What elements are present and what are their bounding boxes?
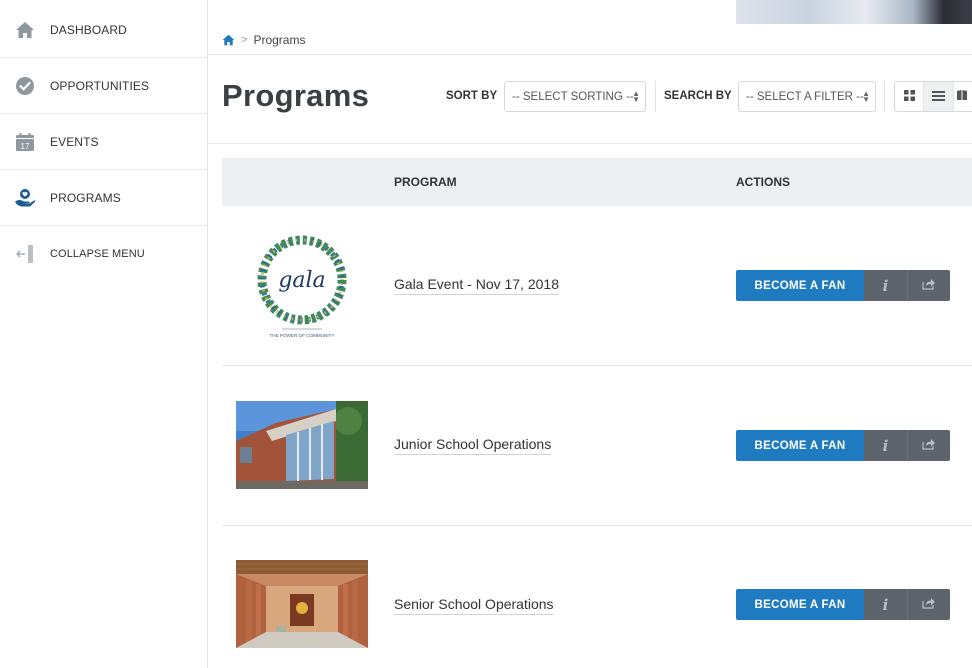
sidebar-item-events[interactable]: 17 EVENTS <box>0 114 208 170</box>
share-icon <box>922 596 936 614</box>
senior-school-photo <box>236 560 368 648</box>
sidebar-item-collapse-menu[interactable]: COLLAPSE MENU <box>0 226 208 282</box>
table-header: PROGRAM ACTIONS <box>222 158 972 206</box>
breadcrumb-current: Programs <box>253 33 306 47</box>
filter-select-value: -- SELECT A FILTER -- <box>746 90 864 103</box>
share-icon <box>922 437 936 455</box>
calendar-icon: 17 <box>0 132 50 152</box>
sidebar-item-label: OPPORTUNITIES <box>50 78 150 93</box>
check-circle-icon <box>0 76 50 96</box>
search-by-label: SEARCH BY <box>664 90 732 102</box>
info-icon: i <box>882 595 889 614</box>
home-icon[interactable] <box>222 34 235 46</box>
programs-table: PROGRAM ACTIONS <box>222 158 972 206</box>
become-a-fan-button[interactable]: BECOME A FAN <box>736 270 864 301</box>
actions-column-header: ACTIONS <box>736 175 790 189</box>
filter-select[interactable]: -- SELECT A FILTER -- ▲ ▼ <box>738 81 876 112</box>
table-row: Junior School Operations BECOME A FAN i <box>222 366 972 526</box>
toolbar-divider <box>208 143 972 144</box>
table-row: Senior School Operations BECOME A FAN i <box>222 526 972 668</box>
table-row: gala THE POWER OF COMMUNITY Gala Event -… <box>222 206 972 366</box>
breadcrumb: > Programs <box>222 31 305 49</box>
row-actions: BECOME A FAN i <box>736 589 950 620</box>
sidebar-item-dashboard[interactable]: DASHBOARD <box>0 2 208 58</box>
view-toggle <box>894 81 972 112</box>
page-title: Programs <box>222 78 370 113</box>
row-actions: BECOME A FAN i <box>736 430 950 461</box>
control-divider <box>884 81 885 112</box>
become-a-fan-button[interactable]: BECOME A FAN <box>736 430 864 461</box>
select-arrows-icon: ▲ ▼ <box>632 89 640 104</box>
info-icon: i <box>882 276 889 295</box>
share-button[interactable] <box>908 589 950 620</box>
sidebar-item-label: DASHBOARD <box>50 22 127 37</box>
collapse-arrow-icon <box>0 244 50 264</box>
sort-select-value: -- SELECT SORTING -- <box>512 90 634 103</box>
svg-text:gala: gala <box>278 268 325 293</box>
control-divider <box>655 81 656 112</box>
sidebar: DASHBOARD OPPORTUNITIES 17 EVENTS PROGRA… <box>0 0 208 668</box>
breadcrumb-separator: > <box>241 34 248 46</box>
svg-text:17: 17 <box>21 142 30 151</box>
sort-by-label: SORT BY <box>446 90 498 102</box>
sidebar-item-label: EVENTS <box>50 134 99 149</box>
hand-heart-icon <box>0 188 50 208</box>
program-link[interactable]: Junior School Operations <box>394 436 552 455</box>
list-view-icon <box>931 88 945 106</box>
select-arrows-icon: ▲ ▼ <box>862 89 870 104</box>
share-icon <box>922 277 936 295</box>
share-button[interactable] <box>908 270 950 301</box>
header-divider <box>208 54 972 55</box>
sidebar-item-opportunities[interactable]: OPPORTUNITIES <box>0 58 208 114</box>
sort-select[interactable]: -- SELECT SORTING -- ▲ ▼ <box>504 81 646 112</box>
info-button[interactable]: i <box>864 589 908 620</box>
program-column-header: PROGRAM <box>394 175 457 189</box>
book-view-button[interactable] <box>953 82 972 111</box>
sidebar-item-label: PROGRAMS <box>50 190 121 205</box>
info-button[interactable]: i <box>864 430 908 461</box>
share-button[interactable] <box>908 430 950 461</box>
header-banner-image <box>736 0 972 24</box>
grid-view-icon <box>903 88 915 106</box>
info-button[interactable]: i <box>864 270 908 301</box>
grid-view-button[interactable] <box>895 82 925 111</box>
list-view-button[interactable] <box>924 82 954 111</box>
program-link[interactable]: Senior School Operations <box>394 596 554 615</box>
sidebar-item-programs[interactable]: PROGRAMS <box>0 170 208 226</box>
home-icon <box>0 21 50 39</box>
program-link[interactable]: Gala Event - Nov 17, 2018 <box>394 276 559 295</box>
junior-school-photo <box>236 401 368 489</box>
become-a-fan-button[interactable]: BECOME A FAN <box>736 589 864 620</box>
gala-logo-image: gala THE POWER OF COMMUNITY <box>236 230 368 342</box>
book-view-icon <box>956 88 968 106</box>
sidebar-item-label: COLLAPSE MENU <box>50 248 145 260</box>
row-actions: BECOME A FAN i <box>736 270 950 301</box>
info-icon: i <box>882 436 889 455</box>
svg-text:THE POWER OF COMMUNITY: THE POWER OF COMMUNITY <box>269 333 334 338</box>
